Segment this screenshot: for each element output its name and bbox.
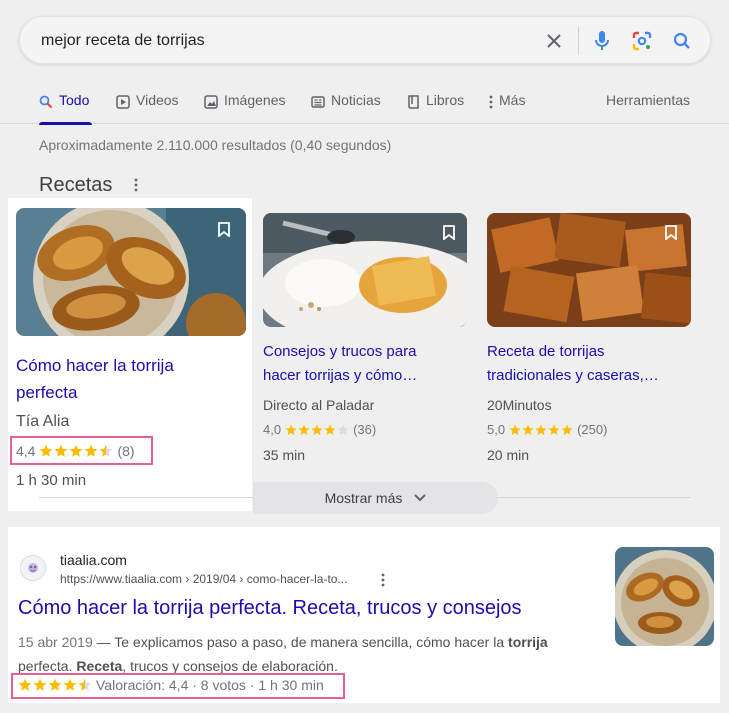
snippet-text: perfecta. (18, 658, 77, 674)
star-icon (561, 424, 573, 435)
recipe-source: Tía Alia (16, 413, 70, 430)
highlight-box (11, 673, 345, 699)
tab-label: Libros (426, 92, 465, 108)
news-icon (311, 96, 325, 108)
result-stats: Aproximadamente 2.110.000 resultados (0,… (39, 137, 392, 153)
highlight-box (10, 436, 153, 465)
image-icon (204, 95, 218, 109)
book-icon (408, 95, 419, 109)
tab-label: Noticias (331, 92, 381, 108)
star-icon (522, 424, 534, 435)
recipe-title-line: tradicionales y caseras,… (487, 367, 659, 384)
tab-label: Más (499, 92, 526, 108)
recipe-title[interactable]: Consejos y trucos para hacer torrijas y … (263, 340, 417, 388)
recipe-title-line: Consejos y trucos para (263, 343, 417, 360)
recipe-image[interactable] (263, 213, 467, 327)
tab-label: Imágenes (224, 92, 286, 108)
tools-button[interactable]: Herramientas (606, 92, 690, 108)
rating-count: (36) (353, 422, 377, 437)
result-date: 15 abr 2019 (18, 634, 93, 650)
snippet-bold: Receta (76, 658, 123, 674)
rating-value: 5,0 (487, 422, 506, 437)
tab-imagenes[interactable]: Imágenes (204, 92, 285, 124)
organic-result: tiaalia.com https://www.tiaalia.com › 20… (8, 527, 720, 703)
search-tabs: Todo Videos Imágenes Noticias Libros Más… (0, 92, 729, 125)
recipe-title[interactable]: Receta de torrijas tradicionales y caser… (487, 340, 659, 388)
snippet-text: — Te explicamos paso a paso, de manera s… (92, 634, 509, 650)
star-rating (285, 424, 349, 436)
tab-libros[interactable]: Libros (408, 92, 464, 124)
more-vert-icon[interactable] (134, 178, 138, 197)
recipes-heading: Recetas (39, 174, 113, 196)
tab-todo[interactable]: Todo (39, 92, 92, 125)
recipe-source: 20Minutos (487, 397, 552, 413)
star-icon (509, 424, 521, 435)
star-icon (285, 424, 297, 435)
recipe-duration: 1 h 30 min (16, 472, 87, 489)
star-rating (509, 424, 573, 436)
search-icon (39, 95, 53, 109)
rating-value: 4,0 (263, 422, 282, 437)
bookmark-icon[interactable] (443, 225, 455, 241)
search-bar[interactable]: mejor receta de torrijas (19, 16, 711, 64)
recipe-rating: 5,0 (250) (487, 422, 607, 437)
tab-noticias[interactable]: Noticias (311, 92, 381, 124)
site-url[interactable]: https://www.tiaalia.com › 2019/04 › como… (60, 572, 347, 586)
show-more-label: Mostrar más (324, 490, 403, 506)
bookmark-icon[interactable] (665, 225, 677, 241)
search-icon[interactable] (670, 29, 694, 53)
result-title-link[interactable]: Cómo hacer la torrija perfecta. Receta, … (18, 597, 522, 620)
bookmark-icon[interactable] (218, 222, 230, 238)
play-icon (116, 95, 130, 109)
search-divider (578, 27, 579, 55)
recipe-title-line: Cómo hacer la torrija (16, 356, 174, 375)
recipe-image[interactable] (487, 213, 691, 327)
star-icon (337, 424, 349, 435)
star-icon (311, 424, 323, 435)
star-icon (535, 424, 547, 435)
result-snippet: 15 abr 2019 — Te explicamos paso a paso,… (18, 630, 588, 678)
recipe-title[interactable]: Cómo hacer la torrija perfecta (16, 352, 174, 406)
recipe-title-line: Receta de torrijas (487, 343, 605, 360)
recipe-title-line: hacer torrijas y cómo… (263, 367, 418, 384)
site-favicon[interactable] (20, 555, 46, 581)
tab-label: Todo (59, 92, 90, 108)
tab-videos[interactable]: Videos (116, 92, 179, 124)
more-vert-icon (489, 95, 493, 109)
result-thumbnail[interactable] (615, 547, 714, 646)
snippet-bold: torrija (508, 634, 548, 650)
tab-label: Videos (136, 92, 179, 108)
more-vert-icon[interactable] (381, 573, 385, 592)
recipe-rating: 4,0 (36) (263, 422, 376, 437)
recipe-duration: 20 min (487, 447, 530, 463)
star-icon (324, 424, 336, 435)
tab-mas[interactable]: Más (489, 92, 525, 124)
star-icon (548, 424, 560, 435)
show-more-button[interactable]: Mostrar más (253, 482, 498, 514)
rating-count: (250) (577, 422, 608, 437)
close-icon[interactable] (542, 29, 566, 53)
recipe-image[interactable] (16, 208, 246, 336)
lens-icon[interactable] (630, 29, 654, 53)
recipe-source: Directo al Paladar (263, 397, 375, 413)
site-name[interactable]: tiaalia.com (60, 552, 127, 568)
mic-icon[interactable] (590, 29, 614, 53)
snippet-text: , trucos y consejos de elaboración. (122, 658, 338, 674)
search-input[interactable]: mejor receta de torrijas (41, 32, 205, 50)
star-icon (298, 424, 310, 435)
recipe-title-line: perfecta (16, 383, 78, 402)
recipe-duration: 35 min (263, 447, 306, 463)
chevron-down-icon (414, 494, 427, 502)
